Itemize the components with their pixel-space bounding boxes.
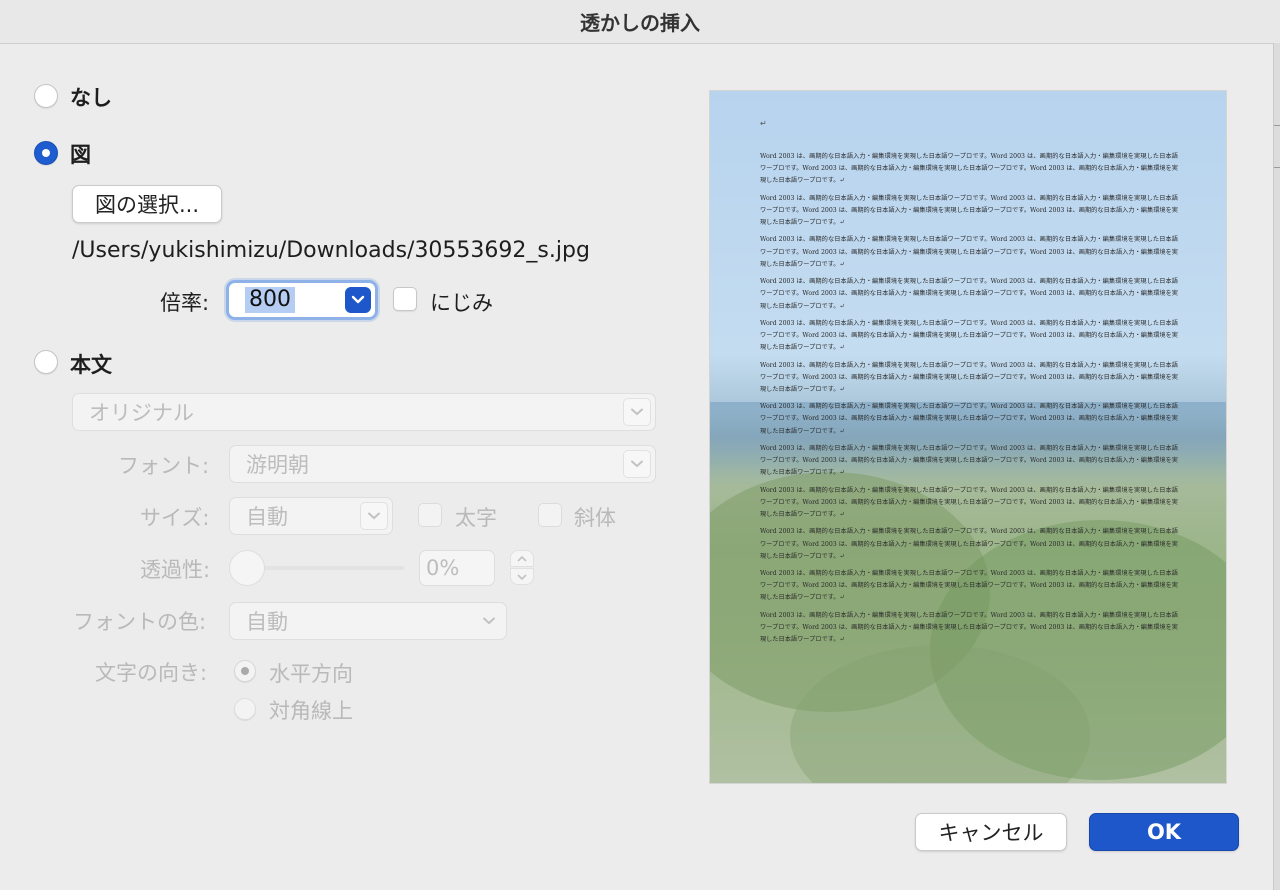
background-window-edge: [1273, 43, 1280, 890]
cancel-button[interactable]: キャンセル: [915, 813, 1067, 851]
radio-text[interactable]: [34, 350, 58, 374]
window-title: 透かしの挿入: [580, 11, 700, 35]
size-value: 自動: [246, 505, 288, 529]
chevron-down-icon[interactable]: [345, 287, 371, 313]
transparency-slider-track[interactable]: [242, 566, 404, 570]
preview-paragraph: Word 2003 は、画期的な日本語入力・編集環境を実現した日本語ワープロです…: [760, 403, 1178, 435]
chevron-down-icon: [623, 398, 651, 426]
ok-button[interactable]: OK: [1089, 813, 1239, 851]
radio-diagonal[interactable]: [234, 698, 256, 720]
preview-paragraph: Word 2003 は、画期的な日本語入力・編集環境を実現した日本語ワープロです…: [760, 570, 1178, 602]
font-color-label: フォントの色:: [73, 610, 207, 634]
chevron-down-icon: [360, 502, 388, 530]
bold-checkbox[interactable]: [418, 503, 442, 527]
preview-paragraph: Word 2003 は、画期的な日本語入力・編集環境を実現した日本語ワープロです…: [760, 528, 1178, 560]
horizontal-label: 水平方向: [269, 662, 353, 686]
preview-paragraph: Word 2003 は、画期的な日本語入力・編集環境を実現した日本語ワープロです…: [760, 319, 1178, 352]
transparency-label: 透過性:: [140, 558, 211, 582]
preview-paragraph: Word 2003 は、画期的な日本語入力・編集環境を実現した日本語ワープロです…: [760, 278, 1178, 310]
chevron-down-icon: [623, 450, 651, 478]
preview-paragraph: Word 2003 は、画期的な日本語入力・編集環境を実現した日本語ワープロです…: [760, 361, 1178, 393]
scale-combo[interactable]: 800: [226, 280, 378, 320]
size-label: サイズ:: [140, 506, 210, 530]
transparency-value: 0%: [426, 556, 460, 580]
bold-label: 太字: [455, 506, 497, 530]
preview-paragraph: Word 2003 は、画期的な日本語入力・編集環境を実現した日本語ワープロです…: [760, 153, 1178, 185]
washout-checkbox[interactable]: [393, 287, 417, 311]
picture-file-path: /Users/yukishimizu/Downloads/30553692_s.…: [72, 238, 590, 263]
size-select[interactable]: 自動: [229, 497, 393, 535]
select-picture-button[interactable]: 図の選択...: [72, 185, 222, 223]
preview-paragraph: Word 2003 は、画期的な日本語入力・編集環境を実現した日本語ワープロです…: [760, 486, 1178, 519]
title-bar: 透かしの挿入: [0, 0, 1280, 44]
font-color-select[interactable]: 自動: [229, 602, 507, 640]
italic-checkbox[interactable]: [538, 503, 562, 527]
chevron-down-icon: [476, 608, 502, 634]
diagonal-label: 対角線上: [269, 699, 353, 723]
font-label: フォント:: [118, 454, 210, 478]
preview-paragraph: Word 2003 は、画期的な日本語入力・編集環境を実現した日本語ワープロです…: [760, 236, 1178, 268]
washout-label: にじみ: [430, 291, 493, 315]
scale-label: 倍率:: [160, 291, 210, 315]
preview-paragraph-mark: ↵: [760, 119, 767, 128]
text-preset-value: オリジナル: [89, 401, 194, 425]
option-picture-label: 図: [70, 143, 91, 167]
text-direction-label: 文字の向き:: [95, 661, 208, 685]
preview-paragraph: Word 2003 は、画期的な日本語入力・編集環境を実現した日本語ワープロです…: [760, 444, 1178, 477]
italic-label: 斜体: [574, 506, 616, 530]
stepper-down-icon[interactable]: [510, 568, 534, 585]
font-value: 游明朝: [246, 453, 309, 477]
option-text-label: 本文: [70, 353, 112, 377]
option-none-label: なし: [70, 86, 112, 110]
watermark-preview: ↵ Word 2003 は、画期的な日本語入力・編集環境を実現した日本語ワープロ…: [709, 90, 1227, 784]
radio-none[interactable]: [34, 84, 58, 108]
transparency-stepper[interactable]: [510, 550, 536, 586]
font-color-value: 自動: [246, 610, 288, 634]
font-select[interactable]: 游明朝: [229, 445, 656, 483]
scale-value[interactable]: 800: [245, 287, 295, 313]
transparency-slider-knob[interactable]: [229, 550, 265, 586]
radio-picture[interactable]: [34, 141, 58, 165]
preview-paragraph: Word 2003 は、画期的な日本語入力・編集環境を実現した日本語ワープロです…: [760, 611, 1178, 644]
stepper-up-icon[interactable]: [510, 550, 534, 567]
radio-horizontal[interactable]: [234, 660, 256, 682]
preview-paragraph: Word 2003 は、画期的な日本語入力・編集環境を実現した日本語ワープロです…: [760, 194, 1178, 227]
transparency-field[interactable]: 0%: [419, 550, 495, 586]
text-preset-select[interactable]: オリジナル: [72, 393, 656, 431]
preview-document-text: Word 2003 は、画期的な日本語入力・編集環境を実現した日本語ワープロです…: [760, 151, 1178, 651]
